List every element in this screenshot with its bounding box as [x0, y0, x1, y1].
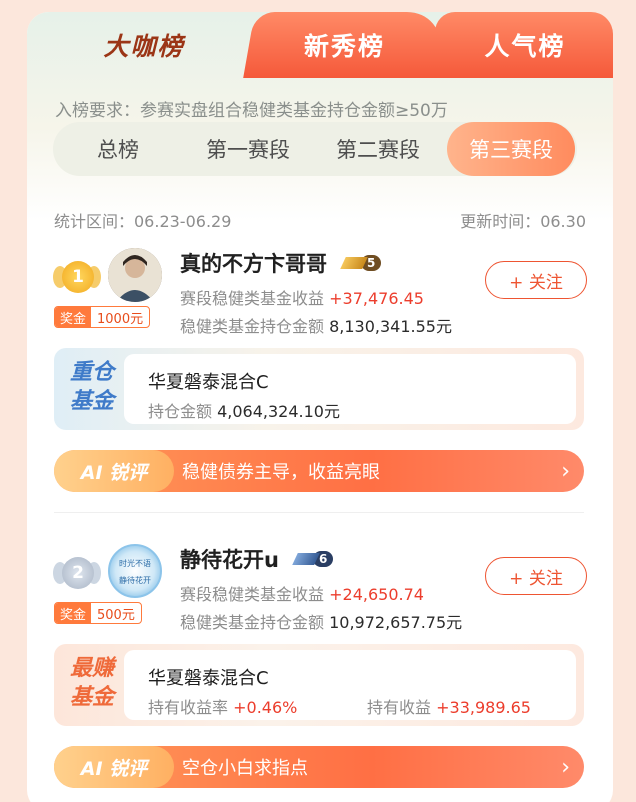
tab-big-shot[interactable]: 大咖榜 [27, 12, 261, 78]
fund-card[interactable]: 重仓 基金 华夏磐泰混合C 持仓金额 4,064,324.10元 [54, 348, 584, 430]
follow-button[interactable]: + 关注 [485, 557, 587, 595]
prize-amount: 500元 [97, 607, 135, 623]
segment-third[interactable]: 第三赛段 [447, 122, 575, 176]
segment-first[interactable]: 第一赛段 [183, 122, 313, 176]
avatar[interactable] [108, 248, 162, 302]
stat-period: 统计区间：06.23-06.29 [54, 212, 232, 231]
fund-income-label: 持有收益 [367, 698, 432, 717]
holding-line: 稳健类基金持仓金额 10,972,657.75元 [180, 609, 462, 633]
income-line: 赛段稳健类基金收益 +37,476.45 [180, 285, 424, 309]
follow-button[interactable]: + 关注 [485, 261, 587, 299]
chevron-right-icon: › [561, 754, 570, 780]
segment-second[interactable]: 第二赛段 [313, 122, 443, 176]
holding-line: 稳健类基金持仓金额 8,130,341.55元 [180, 313, 452, 337]
fund-tag-line1: 最赚 [69, 656, 114, 681]
prize-label: 奖金 [55, 603, 92, 623]
prize-label: 奖金 [55, 307, 92, 327]
rank-number: 1 [62, 261, 94, 293]
ai-comment-bar[interactable]: AI 锐评 稳健债券主导，收益亮眼 › [54, 450, 584, 492]
tab-popular-label: 人气榜 [484, 32, 566, 61]
fund-details: 华夏磐泰混合C 持有收益率 +0.46% 持有收益 +33,989.65 [124, 650, 576, 720]
user-name[interactable]: 真的不方卞哥哥 [180, 248, 327, 278]
fund-rate-value: +0.46% [233, 698, 298, 717]
fund-tag: 最赚 基金 [64, 654, 120, 712]
fund-tag-line2: 基金 [69, 685, 114, 710]
fund-holding-line: 持仓金额 4,064,324.10元 [148, 398, 340, 422]
prize-badge: 奖金 1000元 [54, 306, 151, 328]
fund-income-value: +33,989.65 [436, 698, 531, 717]
income-label: 赛段稳健类基金收益 [180, 289, 325, 308]
update-time: 更新时间：06.30 [460, 212, 586, 231]
ai-comment-text: 空仓小白求指点 [182, 758, 308, 779]
entry-requirement: 入榜要求：参赛实盘组合稳健类基金持仓金额≥50万 [55, 101, 448, 121]
segment-overall[interactable]: 总榜 [53, 122, 183, 176]
tab-rookie[interactable]: 新秀榜 [243, 12, 447, 78]
avatar-portrait-icon [108, 248, 162, 302]
leaderboard-card: 新秀榜 人气榜 大咖榜 入榜要求：参赛实盘组合稳健类基金持仓金额≥50万 总榜 … [27, 12, 613, 802]
income-label: 赛段稳健类基金收益 [180, 585, 325, 604]
ai-comment-text: 稳健债券主导，收益亮眼 [182, 462, 380, 483]
user-name[interactable]: 静待花开u [180, 544, 279, 574]
income-line: 赛段稳健类基金收益 +24,650.74 [180, 581, 424, 605]
fund-tag-line2: 基金 [69, 389, 114, 414]
tab-rookie-label: 新秀榜 [304, 32, 386, 61]
income-value: +37,476.45 [329, 289, 424, 308]
silver-medal-icon: 2 [53, 554, 101, 594]
fund-rate-label: 持有收益率 [148, 698, 229, 717]
fund-name: 华夏磐泰混合C [148, 668, 269, 689]
fund-rate-line: 持有收益率 +0.46% [148, 694, 297, 718]
divider [54, 512, 584, 513]
gold-medal-icon: 1 [53, 258, 101, 298]
tab-big-shot-label: 大咖榜 [103, 32, 185, 61]
fund-name: 华夏磐泰混合C [148, 372, 269, 393]
chevron-right-icon: › [561, 458, 570, 484]
prize-badge: 奖金 500元 [54, 602, 142, 624]
rank-number: 2 [62, 557, 94, 589]
holding-label: 稳健类基金持仓金额 [180, 613, 325, 632]
segment-switcher: 总榜 第一赛段 第二赛段 第三赛段 [53, 122, 577, 176]
fund-tag: 重仓 基金 [64, 358, 120, 416]
fund-holding-value: 4,064,324.10元 [217, 402, 340, 421]
fund-holding-label: 持仓金额 [148, 402, 213, 421]
fund-tag-line1: 重仓 [69, 360, 114, 385]
level-badge-icon: 5 [340, 254, 382, 272]
avatar[interactable]: 时光不语 静待花开 [108, 544, 162, 598]
avatar-text-bottom: 静待花开 [119, 576, 151, 585]
ai-comment-tag: AI 锐评 [54, 746, 174, 788]
level-badge-icon: 6 [292, 550, 334, 568]
ai-comment-tag: AI 锐评 [54, 450, 174, 492]
fund-income-line: 持有收益 +33,989.65 [367, 694, 531, 718]
tab-popular[interactable]: 人气榜 [435, 12, 613, 78]
income-value: +24,650.74 [329, 585, 424, 604]
holding-value: 8,130,341.55元 [329, 317, 452, 336]
prize-amount: 1000元 [97, 311, 144, 327]
avatar-text-top: 时光不语 [119, 559, 151, 568]
holding-label: 稳健类基金持仓金额 [180, 317, 325, 336]
fund-card[interactable]: 最赚 基金 华夏磐泰混合C 持有收益率 +0.46% 持有收益 +33,989.… [54, 644, 584, 726]
holding-value: 10,972,657.75元 [329, 613, 463, 632]
fund-details: 华夏磐泰混合C 持仓金额 4,064,324.10元 [124, 354, 576, 424]
ai-comment-bar[interactable]: AI 锐评 空仓小白求指点 › [54, 746, 584, 788]
